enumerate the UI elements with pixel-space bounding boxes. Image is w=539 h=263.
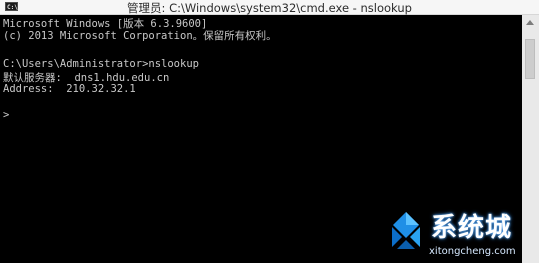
- watermark-brand: 系统城: [431, 213, 513, 243]
- console-line: 默认服务器: dns1.hdu.edu.cn: [3, 72, 170, 84]
- site-watermark: 系统城 xitongcheng.com: [385, 208, 539, 263]
- command-prompt: >: [3, 109, 10, 121]
- scrollbar-thumb[interactable]: [525, 39, 535, 79]
- console-line: C:\Users\Administrator>nslookup: [3, 58, 199, 70]
- console-line: Microsoft Windows [版本 6.3.9600]: [3, 18, 208, 30]
- window-title: 管理员: C:\Windows\system32\cmd.exe - nsloo…: [127, 1, 412, 15]
- console-line: (c) 2013 Microsoft Corporation。保留所有权利。: [3, 30, 277, 42]
- console-line: Address: 210.32.32.1: [3, 83, 136, 95]
- title-bar[interactable]: C:\ 管理员: C:\Windows\system32\cmd.exe - n…: [0, 0, 539, 15]
- cmd-window: C:\ 管理员: C:\Windows\system32\cmd.exe - n…: [0, 0, 539, 263]
- windows-logo-icon: [392, 212, 420, 249]
- scroll-up-arrow-icon[interactable]: [526, 20, 534, 25]
- watermark-url: xitongcheng.com: [429, 246, 516, 257]
